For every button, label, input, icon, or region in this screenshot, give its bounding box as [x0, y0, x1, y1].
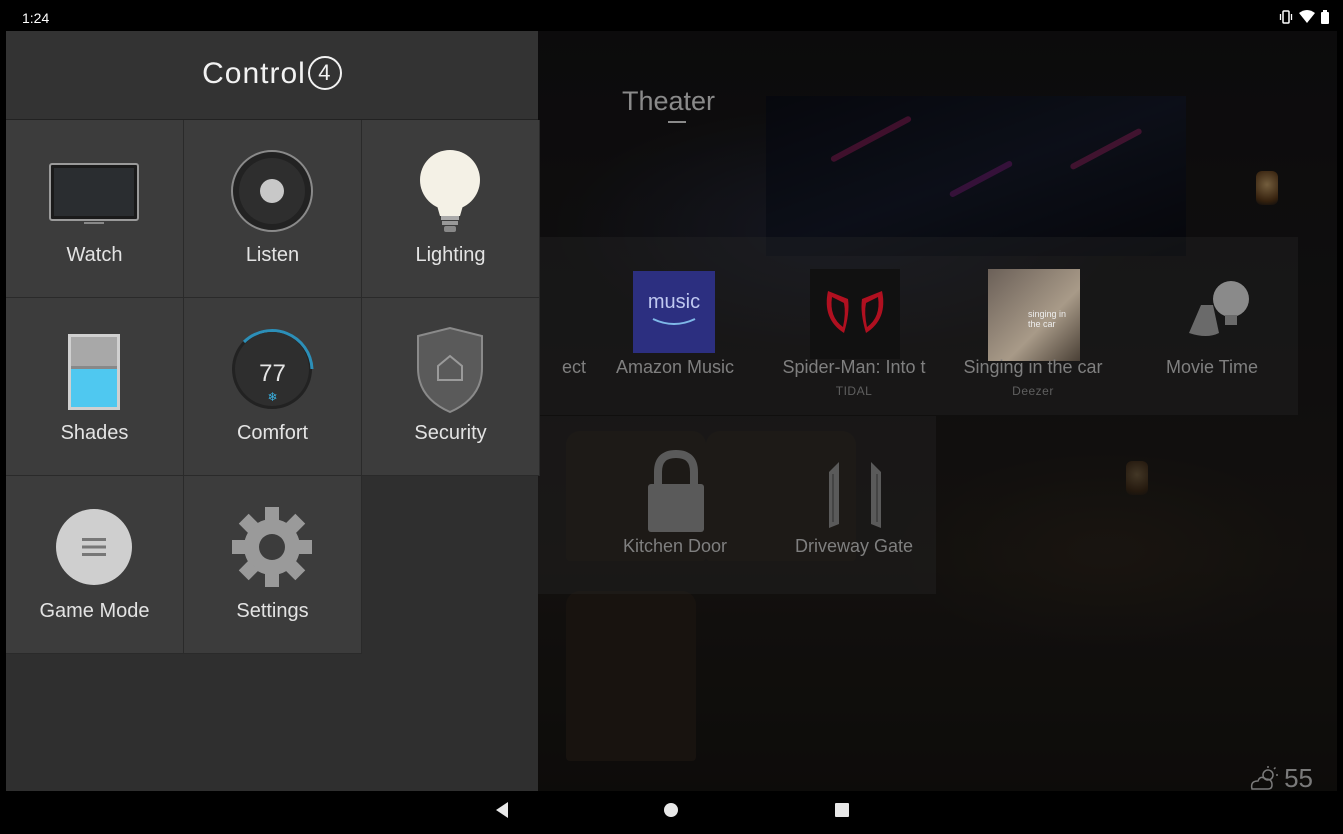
- speaker-icon: [231, 150, 313, 232]
- tile-label: Shades: [60, 422, 129, 444]
- home-button[interactable]: [663, 802, 679, 818]
- shield-icon: [417, 326, 483, 414]
- room-title-underline: [668, 121, 686, 123]
- recents-button[interactable]: [834, 802, 850, 818]
- lightbulb-icon: [420, 150, 480, 232]
- gate-icon: [829, 462, 881, 528]
- tile-comfort[interactable]: 77 ❄ Comfort: [184, 298, 362, 476]
- tile-listen[interactable]: Listen: [184, 120, 362, 298]
- favorite-amazon-music[interactable]: music Amazon Music: [586, 237, 764, 415]
- status-icons: [1279, 10, 1329, 24]
- wifi-icon: [1299, 10, 1315, 23]
- comfort-temperature: 77: [259, 360, 286, 387]
- lights-scene-icon: [1189, 281, 1249, 336]
- lock-icon: [648, 449, 704, 532]
- favorite-title: Movie Time: [1165, 357, 1259, 377]
- favorite-spiderman[interactable]: Spider-Man: Into t TIDAL: [765, 237, 943, 415]
- favorites-row: ect music Amazon Music Spider-Man: Into …: [538, 237, 1298, 415]
- singing-album-art: singing in the car: [988, 269, 1080, 361]
- vibrate-icon: [1279, 10, 1293, 24]
- room-title[interactable]: Theater: [622, 86, 715, 117]
- favorites-row: Kitchen Door Driveway Gate: [538, 416, 936, 594]
- favorite-subtitle: TIDAL: [835, 384, 873, 398]
- snowflake-icon: ❄: [267, 390, 278, 404]
- status-bar: 1:24: [6, 6, 1337, 31]
- favorite-kitchen-door[interactable]: Kitchen Door: [586, 416, 764, 594]
- tile-label: Lighting: [415, 244, 486, 266]
- smile-arrow-icon: [652, 318, 696, 325]
- tile-label: Settings: [236, 600, 309, 622]
- gear-icon: [232, 507, 312, 587]
- singing-album-art-text: singing in the car: [1028, 309, 1067, 329]
- tile-label: Security: [414, 422, 487, 444]
- tile-settings[interactable]: Settings: [184, 476, 362, 654]
- spiderman-eyes-icon: [826, 291, 884, 333]
- navigation-drawer: Control 4 Watch Listen Lighting Shades 7…: [6, 31, 540, 791]
- tile-label: Watch: [66, 244, 123, 266]
- tile-label: Comfort: [236, 422, 309, 444]
- tile-game-mode[interactable]: Game Mode: [6, 476, 184, 654]
- favorite-movie-time[interactable]: Movie Time: [1123, 237, 1301, 415]
- brand-logo: Control 4: [6, 56, 538, 91]
- weather-temperature: 55: [1284, 763, 1313, 791]
- tile-watch[interactable]: Watch: [6, 120, 184, 298]
- favorite-title: Driveway Gate: [794, 536, 914, 556]
- amazon-music-art-text: music: [647, 291, 701, 313]
- tile-security[interactable]: Security: [362, 298, 540, 476]
- favorite-driveway-gate[interactable]: Driveway Gate: [765, 416, 943, 594]
- drawer-header: Control 4: [6, 31, 538, 120]
- brand-mark: 4: [307, 56, 342, 90]
- status-time: 1:24: [22, 10, 50, 26]
- brand-name: Control: [202, 57, 306, 90]
- tile-lighting[interactable]: Lighting: [362, 120, 540, 298]
- system-nav-bar: [6, 791, 1337, 832]
- shade-icon: [68, 334, 120, 410]
- partly-cloudy-icon: [1250, 765, 1279, 790]
- favorite-singing-in-the-car[interactable]: singing in the car Singing in the car De…: [944, 237, 1122, 415]
- weather-widget[interactable]: 55: [1248, 763, 1313, 791]
- back-button[interactable]: [494, 801, 510, 819]
- favorite-subtitle: Deezer: [1012, 384, 1054, 398]
- battery-icon: [1321, 10, 1329, 24]
- app-frame: 1:24 Theater ect music Amazon Music Spid…: [6, 6, 1337, 832]
- amazon-music-art: music: [633, 271, 715, 353]
- tile-label: Game Mode: [39, 600, 150, 622]
- tile-shades[interactable]: Shades: [6, 298, 184, 476]
- tv-icon: [49, 163, 139, 224]
- tile-label: Listen: [245, 244, 300, 266]
- favorite-title: Kitchen Door: [622, 536, 728, 556]
- favorite-title: Singing in the car: [963, 357, 1103, 377]
- favorite-title: Spider-Man: Into t: [782, 357, 926, 377]
- favorite-title: Amazon Music: [615, 357, 735, 377]
- menu-circle-icon: [56, 509, 132, 585]
- spiderman-album-art: [810, 269, 900, 359]
